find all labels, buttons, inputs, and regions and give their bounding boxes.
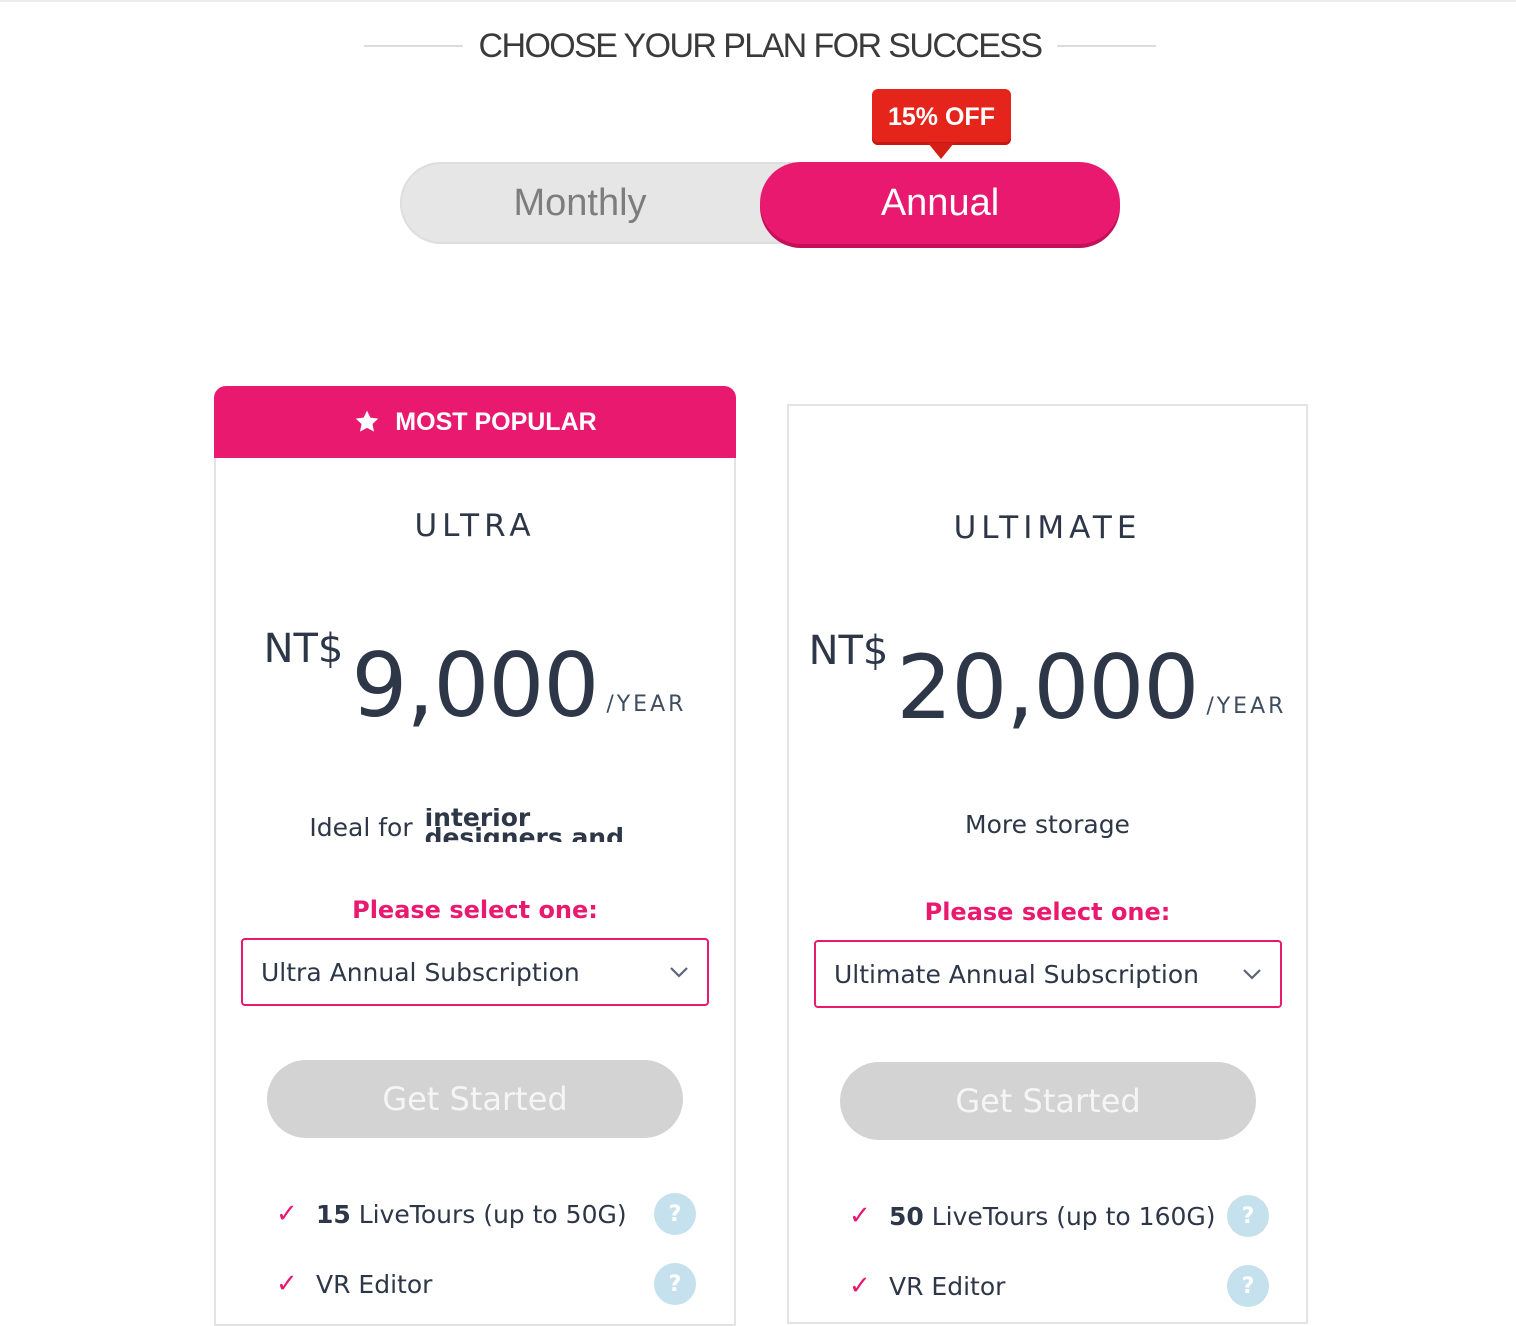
get-started-button[interactable]: Get Started (840, 1062, 1256, 1140)
plan-card-ultimate: ULTIMATE NT$ 20,000 /YEAR More storage P… (787, 404, 1308, 1324)
discount-badge-pointer (928, 143, 954, 159)
plan-name: ULTIMATE (953, 510, 1142, 546)
feature-item: ✓ VR Editor ? (849, 1264, 1269, 1308)
star-icon (356, 410, 379, 432)
get-started-button[interactable]: Get Started (267, 1060, 683, 1138)
price-currency: NT$ (263, 626, 344, 672)
section-heading: CHOOSE YOUR PLAN FOR SUCCESS (364, 24, 1157, 68)
check-icon: ✓ (276, 1199, 298, 1229)
most-popular-banner: MOST POPULAR (214, 386, 736, 458)
help-icon[interactable]: ? (654, 1193, 696, 1235)
feature-item: ✓ 15 LiveTours (up to 50G) ? (276, 1192, 696, 1236)
plan-description: More storage (965, 810, 1130, 839)
price-currency: NT$ (808, 628, 889, 674)
discount-badge: 15% OFF (872, 89, 1011, 145)
help-icon[interactable]: ? (654, 1263, 696, 1305)
price-amount: 20,000 (896, 636, 1199, 739)
page-title: CHOOSE YOUR PLAN FOR SUCCESS (478, 26, 1044, 65)
feature-label: LiveTours (up to 160G) (923, 1201, 1216, 1231)
feature-count: 15 (316, 1199, 351, 1229)
price-amount: 9,000 (351, 634, 599, 737)
help-icon[interactable]: ? (1227, 1265, 1269, 1307)
chevron-down-icon (1243, 969, 1261, 980)
chevron-down-icon (670, 967, 688, 978)
select-label: Please select one: (924, 898, 1171, 926)
subscription-select[interactable]: Ultimate Annual Subscription (814, 940, 1282, 1008)
billing-toggle[interactable]: Monthly Annual (400, 162, 1120, 244)
feature-label: VR Editor (889, 1271, 1006, 1301)
select-value: Ultimate Annual Subscription (834, 959, 1199, 989)
most-popular-label: MOST POPULAR (395, 407, 597, 436)
plan-price: NT$ 9,000 /YEAR (216, 626, 734, 737)
heading-line-left (364, 45, 463, 47)
toggle-annual[interactable]: Annual (760, 162, 1120, 244)
toggle-monthly[interactable]: Monthly (400, 162, 760, 244)
top-divider (0, 0, 1516, 2)
plan-description: Ideal for interior designers and real es… (216, 808, 734, 842)
select-value: Ultra Annual Subscription (261, 957, 580, 987)
feature-count: 50 (889, 1201, 924, 1231)
help-icon[interactable]: ? (1227, 1195, 1269, 1237)
price-period: /YEAR (1206, 694, 1287, 719)
subscription-select[interactable]: Ultra Annual Subscription (241, 938, 709, 1006)
select-label: Please select one: (352, 896, 598, 924)
check-icon: ✓ (276, 1269, 298, 1299)
plan-name: ULTRA (414, 508, 536, 544)
check-icon: ✓ (849, 1271, 871, 1301)
feature-item: ✓ 50 LiveTours (up to 160G) ? (849, 1194, 1269, 1238)
feature-label: LiveTours (up to 50G) (350, 1199, 627, 1229)
plan-price: NT$ 20,000 /YEAR (789, 628, 1306, 739)
check-icon: ✓ (849, 1201, 871, 1231)
description-emphasis: interior designers and real estate agent… (424, 808, 625, 842)
description-prefix: Ideal for (309, 813, 413, 842)
feature-label: VR Editor (316, 1269, 433, 1299)
price-period: /YEAR (606, 692, 687, 717)
heading-line-right (1057, 45, 1157, 47)
feature-item: ✓ VR Editor ? (276, 1262, 696, 1306)
plan-card-ultra: MOST POPULAR ULTRA NT$ 9,000 /YEAR Ideal… (214, 386, 736, 1326)
